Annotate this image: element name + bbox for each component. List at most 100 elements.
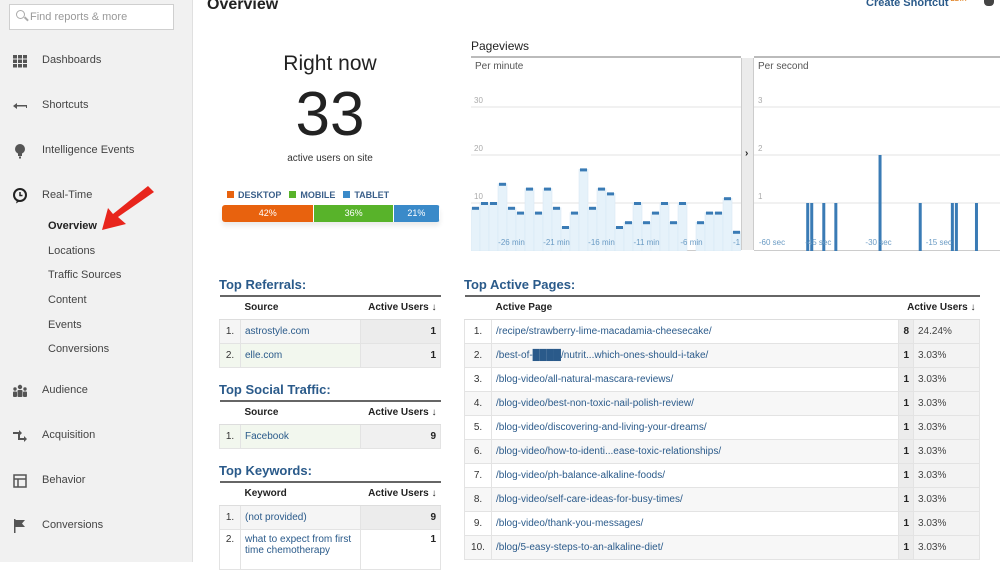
active-users-value: 1	[898, 486, 914, 512]
active-users-percent: 24.24%	[913, 318, 980, 344]
page-link[interactable]: /blog-video/thank-you-messages/	[490, 510, 900, 536]
source-link[interactable]: astrostyle.com	[240, 318, 361, 344]
sidebar-item-dashboards[interactable]: Dashboards	[0, 49, 193, 73]
y-tick-label: 20	[474, 144, 483, 153]
flag-icon	[14, 519, 25, 533]
sidebar-item-label: Intelligence Events	[42, 144, 135, 156]
sidebar-item-conversions[interactable]: Conversions	[0, 514, 193, 538]
legend-label: DESKTOP	[238, 190, 282, 200]
source-link[interactable]: Facebook	[240, 423, 361, 449]
y-tick-label: 30	[474, 96, 483, 105]
minute-bar-cap	[661, 202, 668, 205]
col-source: Source	[240, 401, 361, 425]
minute-bar-cap	[472, 206, 479, 210]
sidebar-item-label: Dashboards	[42, 54, 102, 66]
minute-bar	[668, 221, 679, 251]
right-now-title: Right now	[283, 52, 377, 75]
table-row: 2. what to expect from first time chemoth…	[219, 528, 441, 570]
table-row: 4./blog-video/best-non-toxic-nail-polish…	[464, 390, 980, 416]
sidebar-subitem-events[interactable]: Events	[48, 319, 82, 331]
active-users-value: 1	[898, 414, 914, 440]
keyword-link[interactable]: what to expect from first time chemother…	[240, 528, 361, 570]
sidebar-item-label: Real-Time	[42, 189, 93, 201]
minute-bar	[659, 202, 670, 251]
per-second-chart: Per second 1 2 3 -60 sec -45 sec -30 sec -15 s…	[754, 56, 1000, 251]
table-row: 1. astrostyle.com 1	[219, 318, 441, 344]
page-link[interactable]: /blog-video/ph-balance-alkaline-foods/	[490, 462, 900, 488]
row-index: 2.	[464, 342, 492, 368]
sidebar-subitem-conversions[interactable]: Conversions	[48, 343, 109, 355]
top-keywords-title: Top Keywords:	[219, 463, 312, 478]
y-tick-label: 2	[758, 144, 763, 153]
col-active-users[interactable]: Active Users ↓	[898, 296, 980, 320]
source-link[interactable]: elle.com	[240, 342, 361, 368]
page-link[interactable]: /blog/5-easy-steps-to-an-alkaline-diet/	[490, 534, 900, 560]
page-link[interactable]: /blog-video/self-care-ideas-for-busy-tim…	[490, 486, 900, 512]
minute-bar-cap	[652, 211, 659, 215]
table-row: 1. (not provided) 9	[219, 504, 441, 530]
table-row: 1./recipe/strawberry-lime-macadamia-chee…	[464, 318, 980, 344]
x-tick-label: -30 sec	[865, 238, 891, 247]
beta-badge: BETA	[950, 0, 967, 4]
desktop-segment: 42%	[222, 205, 315, 222]
col-active-users[interactable]: Active Users ↓	[360, 482, 441, 506]
y-tick-label: 3	[758, 96, 763, 105]
col-keyword: Keyword	[240, 482, 361, 506]
top-pages-title: Top Active Pages:	[464, 277, 576, 292]
col-source: Source	[240, 296, 361, 320]
table-row: 8./blog-video/self-care-ideas-for-busy-t…	[464, 486, 980, 512]
page-link[interactable]: /best-of-████/nutrit...which-ones-should…	[490, 342, 900, 368]
minute-bar-cap	[580, 168, 587, 172]
graduation-cap-icon[interactable]	[984, 0, 994, 6]
page-link[interactable]: /blog-video/discovering-and-living-your-…	[490, 414, 900, 440]
active-users-percent: 3.03%	[913, 366, 980, 392]
x-tick-label: -60 sec	[759, 238, 785, 247]
table-row: 2. elle.com 1	[219, 342, 441, 368]
minute-bar	[479, 202, 490, 251]
row-index: 2.	[219, 342, 241, 368]
people-icon	[13, 384, 27, 397]
active-users-value: 1	[898, 390, 914, 416]
page-link[interactable]: /blog-video/best-non-toxic-nail-polish-r…	[490, 390, 900, 416]
sidebar-subitem-content[interactable]: Content	[48, 294, 87, 306]
active-users-value: 1	[898, 342, 914, 368]
sidebar-item-intelligence-events[interactable]: Intelligence Events	[0, 139, 193, 163]
keyword-link[interactable]: (not provided)	[240, 504, 361, 530]
table-row: 5./blog-video/discovering-and-living-you…	[464, 414, 980, 440]
chart-expand-toggle[interactable]: ›	[741, 58, 754, 250]
sidebar-subitem-traffic-sources[interactable]: Traffic Sources	[48, 269, 121, 281]
sidebar-item-audience[interactable]: Audience	[0, 379, 193, 403]
sidebar-subitem-locations[interactable]: Locations	[48, 245, 95, 257]
sidebar-item-behavior[interactable]: Behavior	[0, 469, 193, 493]
search-input[interactable]: Find reports & more	[9, 4, 174, 30]
x-tick-label: -15 sec	[926, 238, 952, 247]
row-index: 4.	[464, 390, 492, 416]
col-active-users[interactable]: Active Users ↓	[360, 296, 441, 320]
minute-bar-cap	[481, 202, 488, 205]
minute-bar-cap	[517, 211, 524, 215]
active-users-value: 9	[360, 423, 441, 449]
table-row: 10./blog/5-easy-steps-to-an-alkaline-die…	[464, 534, 980, 560]
sidebar-item-label: Shortcuts	[42, 99, 89, 111]
active-users-value: 8	[898, 318, 914, 344]
page-link[interactable]: /blog-video/all-natural-mascara-reviews/	[490, 366, 900, 392]
minute-bar-cap	[553, 206, 560, 210]
sidebar-item-shortcuts[interactable]: Shortcuts	[0, 94, 193, 118]
minute-bar	[704, 212, 715, 251]
row-index: 5.	[464, 414, 492, 440]
sidebar-subitem-overview[interactable]: Overview	[48, 220, 97, 232]
active-users-value: 1	[360, 342, 441, 368]
page-link[interactable]: /blog-video/how-to-identi...ease-toxic-r…	[490, 438, 900, 464]
active-users-percent: 3.03%	[913, 414, 980, 440]
create-shortcut-link[interactable]: Create Shortcut BETA	[866, 0, 966, 9]
sidebar-item-label: Audience	[42, 384, 88, 396]
sidebar-item-acquisition[interactable]: Acquisition	[0, 424, 193, 448]
page-link[interactable]: /recipe/strawberry-lime-macadamia-cheese…	[490, 318, 900, 344]
per-minute-chart: Per minute 10 20 30 -26 min -21 min -16 min -1…	[471, 56, 741, 251]
active-users-count: 33	[295, 80, 365, 149]
active-users-value: 1	[898, 510, 914, 536]
sidebar-item-label: Conversions	[42, 519, 104, 531]
x-tick-label: -6 min	[680, 238, 702, 247]
col-active-users[interactable]: Active Users ↓	[360, 401, 441, 425]
minute-bar-cap	[490, 202, 497, 205]
